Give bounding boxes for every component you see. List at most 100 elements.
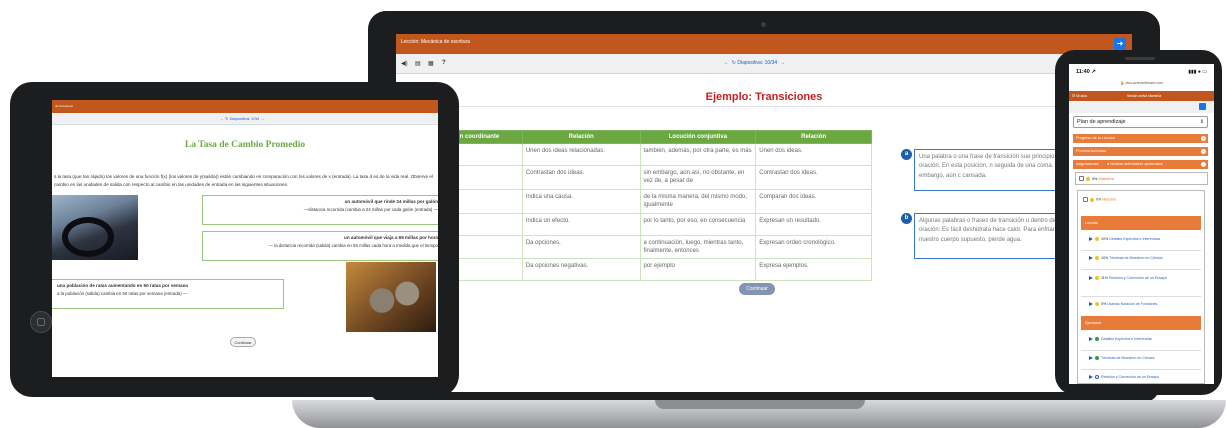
table-row: Da opciones negativas. por ejemplo Expresa… <box>436 258 872 282</box>
phone-speaker <box>1125 57 1155 60</box>
plus-icon: + <box>1201 149 1206 154</box>
tablet-continue-button[interactable]: Continuar <box>230 337 256 347</box>
table-cell: Contrastan dos ideas. <box>755 165 872 190</box>
incomplete-dot-icon <box>1095 375 1099 380</box>
item-percent: 0% <box>1101 302 1107 306</box>
divider <box>1081 250 1201 251</box>
calculator-icon[interactable]: ▤ <box>415 60 421 67</box>
tablet-slide-heading: La Tasa de Cambio Promedio <box>184 140 306 150</box>
mastery-percent: 0% <box>1092 177 1098 181</box>
table-cell: de la misma manera, del mismo modo, igua… <box>639 188 757 214</box>
phone-header-bar: ☰ Mi aula Sesión activa Maestría <box>1069 91 1214 101</box>
glossary-icon[interactable]: ▦ <box>428 60 434 67</box>
transitions-table: n coordinante Relación Locución conjunti… <box>436 130 872 282</box>
prev-slide-button[interactable]: ← <box>724 60 729 66</box>
tablet-header-bar: de Funciones <box>52 100 438 113</box>
plus-icon: + <box>1201 136 1206 141</box>
mastery-label: Maestría <box>1102 197 1117 202</box>
plan-select[interactable]: Plan de aprendizaje ⇕ <box>1073 116 1208 128</box>
accordion-label: Próxima Actividad <box>1076 149 1107 153</box>
lesson-item[interactable]: 10% Detalles Explícitos e Inferencias <box>1089 237 1199 243</box>
complete-dot-icon <box>1095 337 1099 342</box>
lesson-title: Lección: Mecánica de escritura <box>401 39 470 45</box>
accordion-lesson-progress[interactable]: Progreso de la Lección + <box>1073 134 1208 143</box>
table-header-row: n coordinante Relación Locución conjunti… <box>436 130 872 144</box>
mastery-label: Maestría <box>1098 176 1114 181</box>
table-row: Contrastan dos ideas. sin embargo, aún as… <box>436 165 872 190</box>
accordion-assignments[interactable]: Asignaciones ● Mostrar actividades opcio… <box>1073 160 1208 169</box>
tablet-slide-navigation[interactable]: ← ↻ Diapositiva: 2/34 → <box>220 116 264 121</box>
divider <box>1081 350 1201 351</box>
item-label: Detalles Explícitos e Inferencias <box>1109 237 1161 241</box>
table-row: Unen dos ideas relacionadas. también, ade… <box>436 143 872 166</box>
note-card-b: Algunas palabras o frases de transición … <box>914 213 1078 259</box>
laptop-camera <box>761 22 766 27</box>
play-icon <box>1089 356 1093 361</box>
phone-screen: 11:40 ↗ ▮▮▮ ● ▭ 🔒 plus.aztecsoftware.com… <box>1069 64 1214 384</box>
play-icon <box>1089 276 1093 281</box>
lesson-header-bar: Lección: Mecánica de escritura ➜ <box>396 34 1132 54</box>
divider <box>1081 269 1201 270</box>
help-icon[interactable]: ? <box>442 60 446 66</box>
table-cell: Expresan un resultado. <box>755 212 872 236</box>
expand-icon[interactable] <box>1083 197 1088 202</box>
item-label: Técnicas de Muestreo en Ciencia <box>1109 256 1163 260</box>
plan-select-value: Plan de aprendizaje <box>1077 119 1126 125</box>
status-icons: ▮▮▮ ● ▭ <box>1188 69 1207 75</box>
mastery-row: 0% Maestría <box>1075 172 1208 185</box>
exercise-item[interactable]: Detalles Explícitos e Inferencias <box>1089 337 1199 343</box>
table-row: Indica una causa. de la misma manera, del… <box>436 188 872 214</box>
example-card-2: un automóvil que viaja a 65 millas por h… <box>202 231 438 261</box>
lesson-item[interactable]: 10% Técnicas de Muestreo en Ciencia <box>1089 256 1199 262</box>
progress-dot-icon <box>1086 176 1090 181</box>
note-text: Una palabra o una frase de transición su… <box>919 154 1070 179</box>
continue-button[interactable]: Continuar <box>739 283 775 295</box>
lesson-item[interactable]: 11% Revisión y Corrección de un Ensayo <box>1089 276 1199 282</box>
exercise-item[interactable]: Técnicas de Muestreo en Ciencia <box>1089 356 1199 362</box>
exit-icon[interactable] <box>1199 103 1206 110</box>
accordion-next-activity[interactable]: Próxima Actividad + <box>1073 147 1208 156</box>
table-cell: Expresan orden cronológico. <box>755 234 872 260</box>
table-cell: por ejemplo <box>639 258 757 282</box>
item-label: Usando Notación de Funciones <box>1107 302 1158 306</box>
table-cell: por lo tanto, por eso, en consecuencia <box>639 212 757 236</box>
column-header: Locución conjuntiva <box>639 130 757 144</box>
optional-activities-toggle[interactable]: ● Mostrar actividades opcionales <box>1107 160 1162 169</box>
audio-icon[interactable]: ◀) <box>401 60 408 67</box>
table-cell: Unen dos ideas relacionadas. <box>521 143 641 166</box>
menu-button[interactable]: ☰ Mi aula <box>1072 94 1087 98</box>
expand-icon[interactable] <box>1079 176 1084 182</box>
table-cell: Indica una causa. <box>521 188 641 214</box>
section-header-lesson: Lección <box>1081 216 1201 230</box>
card-text: —distancia recorrida (cambia a 24 millas… <box>303 206 438 212</box>
accordion-label: Progreso de la Lección <box>1076 136 1115 140</box>
laptop-notch <box>655 400 865 409</box>
divider <box>1081 369 1201 370</box>
item-label: Detalles Explícitos e Inferencias <box>1101 337 1152 341</box>
browser-url[interactable]: 🔒 plus.aztecsoftware.com <box>1069 81 1214 85</box>
progress-dot-icon <box>1095 256 1099 261</box>
next-slide-button[interactable]: → <box>780 60 785 66</box>
lesson-item[interactable]: 0% Usando Notación de Funciones <box>1089 302 1199 308</box>
card-title: un automóvil que viaja a 65 millas por h… <box>344 235 438 240</box>
note-badge-a: a <box>901 149 912 160</box>
item-label: Revisión y Corrección de un Ensayo <box>1101 375 1159 379</box>
exit-icon[interactable]: ➜ <box>1114 38 1126 50</box>
item-percent: 11% <box>1101 276 1108 280</box>
table-cell: Comparan dos ideas. <box>755 188 872 214</box>
table-cell: Indica un efecto. <box>521 212 641 236</box>
exercise-item[interactable]: Revisión y Corrección de un Ensayo <box>1089 375 1199 381</box>
card-text: — la distancia recorrida (salida) cambia… <box>268 242 438 248</box>
home-button-icon <box>30 311 52 333</box>
tablet-lesson-title: de Funciones <box>55 104 74 108</box>
laptop-screen: Lección: Mecánica de escritura ➜ ◀) ▤ ▦ … <box>396 34 1132 392</box>
session-status: Sesión activa Maestría <box>1127 94 1162 98</box>
table-cell: también, además, por otra parte, es más <box>639 143 757 166</box>
slide-navigation: ← ↻ Diapositiva: 10/34 → <box>724 60 785 66</box>
table-cell: Da opciones. <box>521 234 641 260</box>
play-icon <box>1089 302 1093 307</box>
lesson-toolbar: ◀) ▤ ▦ ? ← ↻ Diapositiva: 10/34 → <box>396 54 1132 74</box>
tablet-toolbar: ← ↻ Diapositiva: 2/34 → <box>52 113 438 125</box>
table-row: Indica un efecto. por lo tanto, por eso, … <box>436 212 872 236</box>
table-cell: Da opciones negativas. <box>521 258 641 282</box>
